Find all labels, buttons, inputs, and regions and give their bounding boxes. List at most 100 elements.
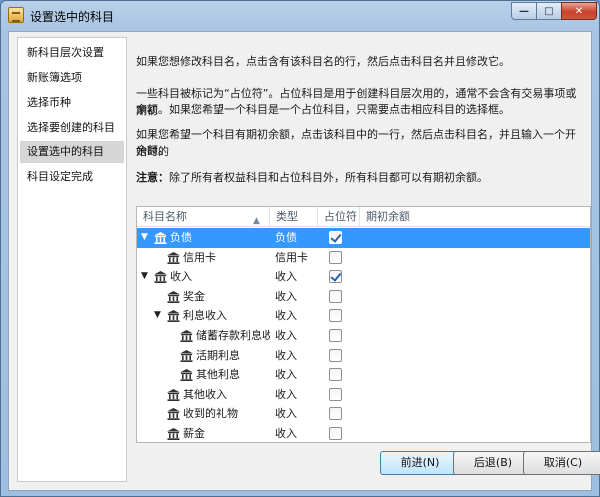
account-name[interactable]: 薪金 bbox=[183, 424, 270, 443]
close-icon: ✕ bbox=[574, 5, 584, 17]
instruction-balance-line2: 余额。 bbox=[136, 144, 169, 157]
account-type[interactable]: 收入 bbox=[275, 306, 319, 325]
column-header-opening-balance[interactable]: 期初余额 bbox=[360, 207, 592, 227]
account-type[interactable]: 收入 bbox=[275, 267, 319, 286]
placeholder-checkbox[interactable] bbox=[329, 407, 342, 421]
account-name[interactable]: 其他利息 bbox=[196, 365, 270, 384]
opening-balance-cell[interactable] bbox=[365, 326, 585, 345]
bank-icon bbox=[167, 408, 180, 421]
opening-balance-cell[interactable] bbox=[365, 424, 585, 443]
sidebar-item-hierarchy[interactable]: 新科目层次设置 bbox=[20, 42, 124, 64]
account-name[interactable]: 储蓄存款利息收 bbox=[196, 326, 270, 345]
opening-balance-cell[interactable] bbox=[365, 248, 585, 267]
bank-icon bbox=[167, 388, 180, 401]
opening-balance-cell[interactable] bbox=[365, 287, 585, 306]
table-row[interactable]: 其他利息 收入 bbox=[137, 365, 590, 385]
note-text: 除了所有者权益科目和占位科目外，所有科目都可以有期初余额。 bbox=[169, 171, 488, 184]
opening-balance-cell[interactable] bbox=[365, 365, 585, 384]
opening-balance-cell[interactable] bbox=[365, 385, 585, 404]
account-name[interactable]: 活期利息 bbox=[196, 346, 270, 365]
column-header-name[interactable]: 科目名称 ▲ bbox=[137, 207, 270, 227]
instruction-rename: 如果您想修改科目名，点击含有该科目名的行，然后点击科目名并且修改它。 bbox=[136, 55, 510, 68]
main-content: 如果您想修改科目名，点击含有该科目名的行，然后点击科目名并且修改它。 一些科目被… bbox=[136, 32, 600, 492]
placeholder-checkbox[interactable] bbox=[329, 250, 342, 264]
sidebar-item-currency[interactable]: 选择币种 bbox=[20, 92, 124, 114]
account-type[interactable]: 负债 bbox=[275, 228, 319, 247]
opening-balance-cell[interactable] bbox=[365, 228, 585, 247]
note-label: 注意： bbox=[136, 171, 169, 184]
instruction-placeholder-line2: 余额。如果您希望一个科目是一个占位科目，只需要点击相应科目的选择框。 bbox=[136, 103, 510, 116]
bank-icon bbox=[154, 232, 167, 244]
table-row[interactable]: ▼ 收入 收入 bbox=[137, 267, 590, 287]
table-header: 科目名称 ▲ 类型 占位符 期初余额 bbox=[137, 207, 590, 227]
expand-toggle-icon[interactable]: ▼ bbox=[141, 267, 148, 286]
bank-icon bbox=[154, 271, 167, 284]
note-line: 注意：除了所有者权益科目和占位科目外，所有科目都可以有期初余额。 bbox=[136, 169, 581, 186]
minimize-button[interactable]: — bbox=[511, 2, 537, 20]
table-row[interactable]: 活期利息 收入 bbox=[137, 346, 590, 366]
expand-toggle-icon[interactable]: ▼ bbox=[154, 306, 161, 325]
bank-icon bbox=[180, 330, 193, 342]
sidebar-item-choose-accounts[interactable]: 选择要创建的科目 bbox=[20, 117, 124, 139]
close-button[interactable]: ✕ bbox=[561, 2, 597, 20]
account-name[interactable]: 负债 bbox=[170, 228, 270, 247]
forward-button[interactable]: 前进(N) bbox=[380, 451, 460, 475]
maximize-icon: □ bbox=[544, 5, 554, 17]
minimize-icon: — bbox=[519, 5, 529, 17]
sidebar-item-setup-selected[interactable]: 设置选中的科目 bbox=[20, 141, 124, 163]
opening-balance-cell[interactable] bbox=[365, 306, 585, 325]
placeholder-checkbox[interactable] bbox=[329, 329, 342, 342]
placeholder-checkbox[interactable] bbox=[329, 368, 342, 382]
account-name[interactable]: 其他收入 bbox=[183, 385, 270, 404]
table-row[interactable]: 其他收入 收入 bbox=[137, 385, 590, 405]
account-type[interactable]: 收入 bbox=[275, 404, 319, 423]
cancel-button[interactable]: 取消(C) bbox=[523, 451, 600, 475]
placeholder-checkbox[interactable] bbox=[329, 231, 342, 244]
placeholder-checkbox[interactable] bbox=[329, 427, 342, 440]
bank-icon bbox=[167, 251, 180, 264]
account-name[interactable]: 奖金 bbox=[183, 287, 270, 306]
account-type[interactable]: 收入 bbox=[275, 346, 319, 365]
placeholder-checkbox[interactable] bbox=[329, 387, 342, 401]
table-row[interactable]: 储蓄存款利息收 收入 bbox=[137, 326, 590, 346]
placeholder-checkbox[interactable] bbox=[329, 289, 342, 303]
table-row[interactable]: ▼ 利息收入 收入 bbox=[137, 306, 590, 326]
expand-toggle-icon[interactable]: ▼ bbox=[141, 228, 148, 247]
opening-balance-cell[interactable] bbox=[365, 404, 585, 423]
table-row[interactable]: 薪金 收入 bbox=[137, 424, 590, 444]
opening-balance-cell[interactable] bbox=[365, 346, 585, 365]
window-title: 设置选中的科目 bbox=[30, 10, 115, 24]
back-button[interactable]: 后退(B) bbox=[453, 451, 533, 475]
account-type[interactable]: 收入 bbox=[275, 365, 319, 384]
bank-icon bbox=[180, 369, 193, 382]
maximize-button[interactable]: □ bbox=[536, 2, 562, 20]
account-type[interactable]: 收入 bbox=[275, 326, 319, 345]
account-type[interactable]: 收入 bbox=[275, 287, 319, 306]
bank-icon bbox=[167, 290, 180, 303]
sidebar-item-finish[interactable]: 科目设定完成 bbox=[20, 166, 124, 188]
sidebar-item-book-options[interactable]: 新账簿选项 bbox=[20, 67, 124, 89]
accounts-table: 科目名称 ▲ 类型 占位符 期初余额 ▼ 负债 负债 信用卡 信用卡 ▼ 收入 收入 奖金 收入 ▼… bbox=[136, 206, 591, 443]
column-header-placeholder[interactable]: 占位符 bbox=[318, 207, 360, 227]
account-name[interactable]: 收入 bbox=[170, 267, 270, 286]
account-name[interactable]: 收到的礼物 bbox=[183, 404, 270, 423]
column-header-type[interactable]: 类型 bbox=[270, 207, 318, 227]
account-type[interactable]: 收入 bbox=[275, 424, 319, 443]
assistant-window: 设置选中的科目 — □ ✕ 新科目层次设置 新账簿选项 选择币种 选择要创建的科… bbox=[0, 0, 600, 497]
step-sidebar: 新科目层次设置 新账簿选项 选择币种 选择要创建的科目 设置选中的科目 科目设定… bbox=[17, 37, 127, 482]
placeholder-checkbox[interactable] bbox=[329, 309, 342, 323]
placeholder-checkbox[interactable] bbox=[329, 270, 342, 284]
account-type[interactable]: 信用卡 bbox=[275, 248, 319, 267]
opening-balance-cell[interactable] bbox=[365, 267, 585, 286]
placeholder-checkbox[interactable] bbox=[329, 348, 342, 362]
account-type[interactable]: 收入 bbox=[275, 385, 319, 404]
bank-icon bbox=[180, 349, 193, 362]
account-name[interactable]: 信用卡 bbox=[183, 248, 270, 267]
table-row[interactable]: ▼ 负债 负债 bbox=[137, 228, 590, 248]
table-row[interactable]: 奖金 收入 bbox=[137, 287, 590, 307]
table-row[interactable]: 信用卡 信用卡 bbox=[137, 248, 590, 268]
account-name[interactable]: 利息收入 bbox=[183, 306, 270, 325]
table-row[interactable]: 收到的礼物 收入 bbox=[137, 404, 590, 424]
title-bar[interactable]: 设置选中的科目 — □ ✕ bbox=[1, 1, 599, 29]
bank-icon bbox=[167, 310, 180, 323]
